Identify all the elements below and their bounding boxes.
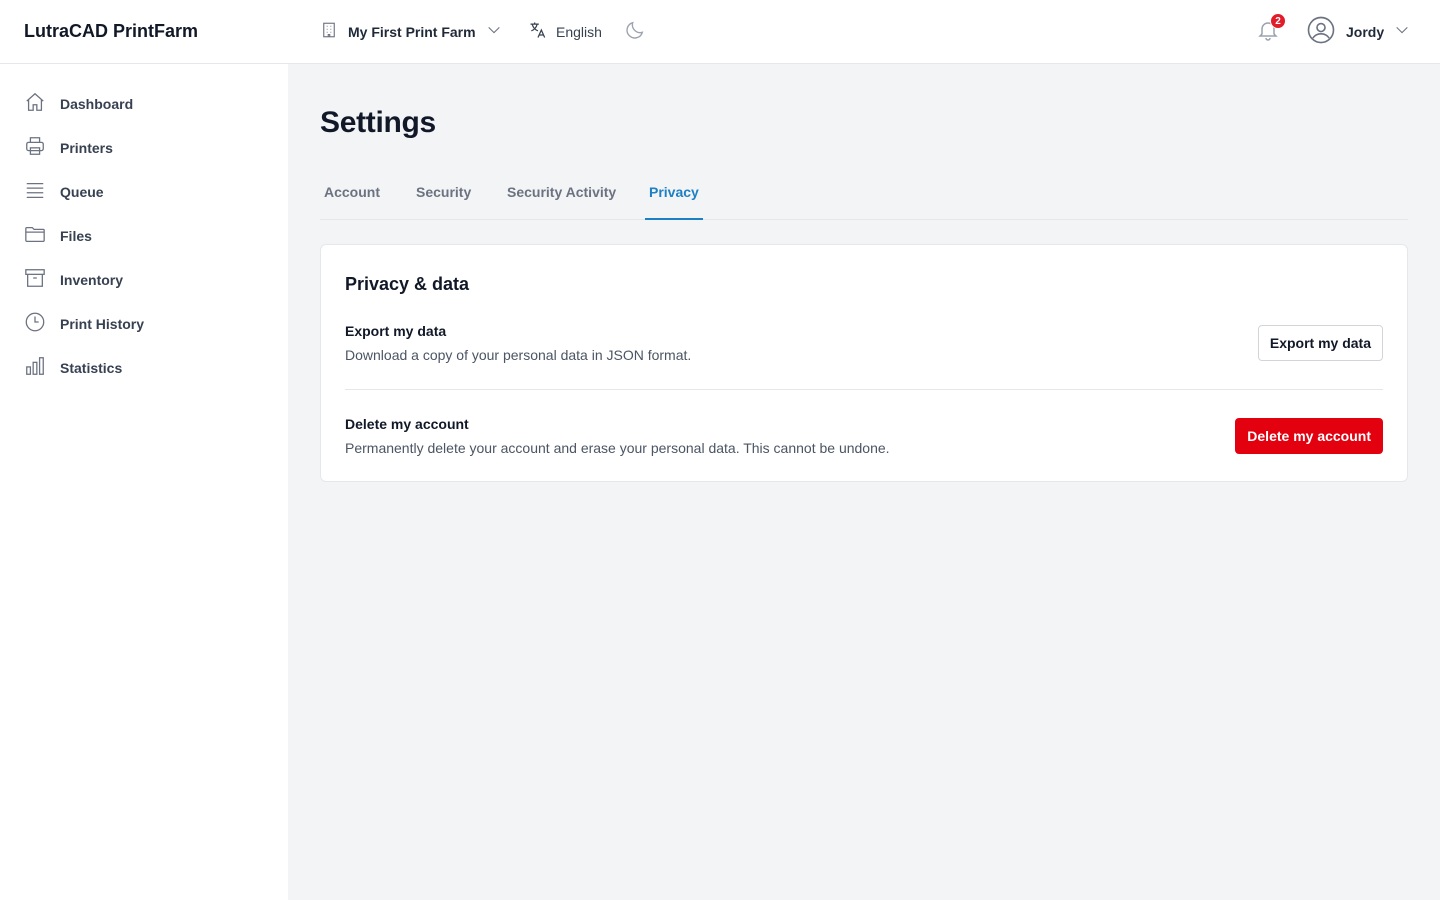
building-icon — [320, 21, 338, 44]
moon-icon — [624, 19, 646, 46]
home-icon — [24, 91, 46, 118]
card-title: Privacy & data — [345, 274, 470, 294]
export-data-button[interactable]: Export my data — [1257, 325, 1383, 361]
divider — [345, 389, 1383, 390]
tab-security-activity[interactable]: Security Activity — [503, 174, 620, 220]
user-circle-icon — [1306, 15, 1336, 50]
archive-box-icon — [24, 267, 46, 294]
user-menu[interactable]: Jordy — [1306, 15, 1410, 50]
language-selector[interactable]: English — [528, 20, 602, 44]
sidebar-item-label: Inventory — [60, 272, 124, 288]
sidebar-item-files[interactable]: Files — [24, 222, 92, 250]
export-data-title: Export my data — [345, 323, 447, 339]
notification-count-badge: 2 — [1270, 13, 1286, 29]
printer-icon — [24, 135, 46, 162]
sidebar-item-printers[interactable]: Printers — [24, 134, 113, 162]
sidebar-item-label: Statistics — [60, 360, 123, 376]
theme-toggle[interactable] — [622, 20, 648, 44]
farm-selector-label: My First Print Farm — [348, 24, 476, 40]
export-data-description: Download a copy of your personal data in… — [345, 347, 692, 363]
folder-icon — [24, 223, 46, 250]
language-label: English — [556, 24, 602, 40]
page-title: Settings — [320, 106, 436, 139]
sidebar-item-label: Queue — [60, 184, 104, 200]
sidebar-item-statistics[interactable]: Statistics — [24, 354, 122, 382]
tab-account[interactable]: Account — [320, 174, 384, 220]
sidebar-item-queue[interactable]: Queue — [24, 178, 104, 206]
translate-icon — [528, 20, 548, 45]
tab-security[interactable]: Security — [412, 174, 475, 220]
settings-tabs: Account Security Security Activity Priva… — [320, 174, 1408, 220]
privacy-data-card: Privacy & data Export my data Download a… — [320, 244, 1408, 482]
tab-privacy[interactable]: Privacy — [645, 174, 703, 220]
queue-icon — [24, 179, 46, 206]
top-bar: LutraCAD PrintFarm My First Print Farm E… — [0, 0, 1440, 64]
sidebar-item-label: Dashboard — [60, 96, 134, 112]
notifications-button[interactable]: 2 — [1256, 13, 1286, 46]
sidebar: Dashboard Printers Queue Files Inventory… — [0, 64, 288, 900]
chevron-down-icon — [1394, 22, 1410, 43]
clock-icon — [24, 311, 46, 338]
sidebar-item-print-history[interactable]: Print History — [24, 310, 144, 338]
delete-account-title: Delete my account — [345, 416, 469, 432]
bar-chart-icon — [24, 355, 46, 382]
delete-account-description: Permanently delete your account and eras… — [345, 440, 890, 456]
user-name: Jordy — [1346, 24, 1385, 40]
sidebar-item-label: Printers — [60, 140, 113, 156]
delete-account-button[interactable]: Delete my account — [1235, 418, 1383, 454]
bell-icon — [1256, 22, 1280, 46]
chevron-down-icon — [486, 22, 502, 43]
sidebar-item-label: Print History — [60, 316, 145, 332]
sidebar-item-dashboard[interactable]: Dashboard — [24, 90, 133, 118]
brand-logo-text[interactable]: LutraCAD PrintFarm — [24, 21, 198, 42]
farm-selector[interactable]: My First Print Farm — [320, 20, 502, 44]
sidebar-item-inventory[interactable]: Inventory — [24, 266, 123, 294]
sidebar-item-label: Files — [60, 228, 92, 244]
